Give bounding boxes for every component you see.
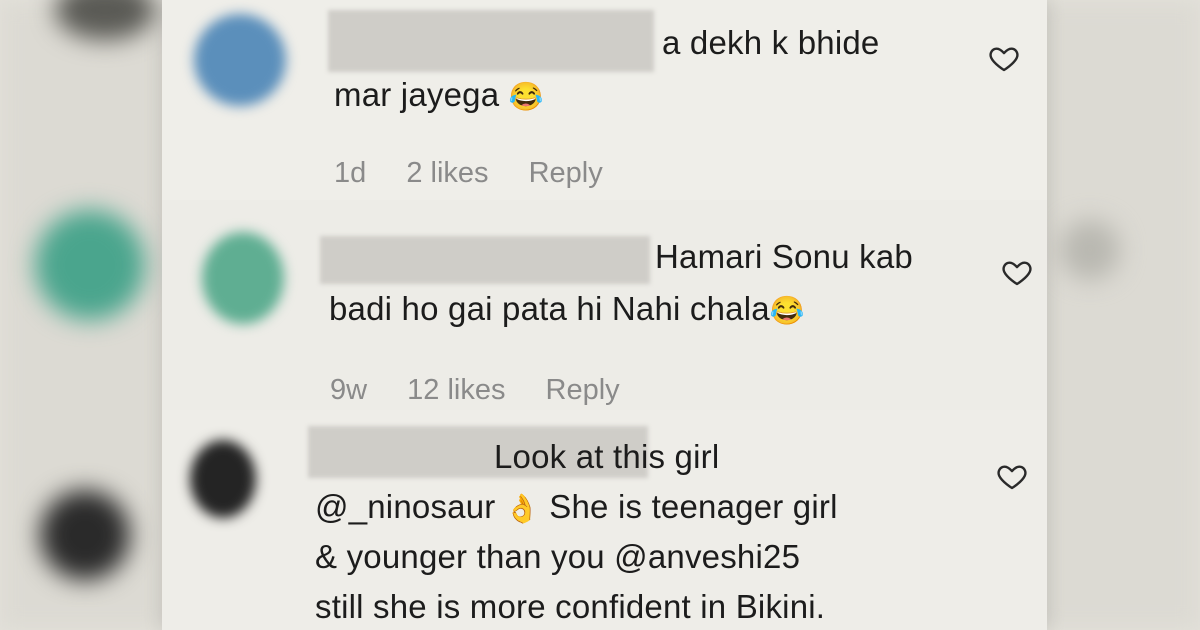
comment-3-line-1: Look at this girl bbox=[494, 438, 720, 475]
likes-count[interactable]: 12 likes bbox=[407, 374, 505, 406]
comment-2-line-2: badi ho gai pata hi Nahi chala😂 bbox=[329, 290, 805, 328]
username-redacted[interactable] bbox=[320, 236, 650, 284]
comment-2-meta: 9w 12 likes Reply bbox=[330, 374, 652, 407]
comment-time: 9w bbox=[330, 374, 368, 406]
comment-2-line-1: Hamari Sonu kab bbox=[655, 238, 913, 275]
comment-3-line-4: still she is more confident in Bikini. bbox=[315, 588, 826, 625]
username-redacted[interactable] bbox=[328, 10, 654, 72]
comment-3-line-3: & younger than you @anveshi25 bbox=[315, 538, 801, 575]
avatar[interactable] bbox=[194, 14, 286, 106]
comment-1-meta: 1d 2 likes Reply bbox=[334, 157, 635, 190]
laughing-emoji-icon: 😂 bbox=[769, 295, 805, 326]
heart-outline-icon[interactable] bbox=[1000, 256, 1034, 288]
heart-outline-icon[interactable] bbox=[995, 460, 1029, 492]
mention-link[interactable]: @_ninosaur bbox=[315, 488, 495, 525]
ok-hand-emoji-icon: 👌 bbox=[504, 493, 540, 524]
blurred-avatar-left-2 bbox=[35, 210, 145, 320]
reply-button[interactable]: Reply bbox=[546, 374, 620, 406]
comment-1-line-2: mar jayega 😂 bbox=[334, 76, 544, 114]
comment-1-line-1: a dekh k bhide bbox=[662, 24, 880, 61]
avatar[interactable] bbox=[202, 232, 284, 324]
blurred-background-right bbox=[1040, 0, 1200, 630]
blurred-avatar-left-3 bbox=[40, 490, 130, 580]
reply-button[interactable]: Reply bbox=[529, 157, 603, 189]
comment-2-text: badi ho gai pata hi Nahi chala bbox=[329, 290, 770, 327]
comment-1-text: mar jayega bbox=[334, 76, 500, 113]
heart-outline-icon[interactable] bbox=[987, 42, 1021, 74]
likes-count[interactable]: 2 likes bbox=[406, 157, 488, 189]
comments-panel: a dekh k bhide mar jayega 😂 1d 2 likes R… bbox=[162, 0, 1047, 630]
avatar[interactable] bbox=[190, 440, 256, 518]
laughing-emoji-icon: 😂 bbox=[508, 81, 544, 112]
comment-time: 1d bbox=[334, 157, 367, 189]
comment-3-text: She is teenager girl bbox=[549, 488, 838, 525]
comment-3-line-2: @_ninosaur 👌 She is teenager girl bbox=[315, 488, 838, 526]
blurred-right-1 bbox=[1060, 220, 1120, 280]
